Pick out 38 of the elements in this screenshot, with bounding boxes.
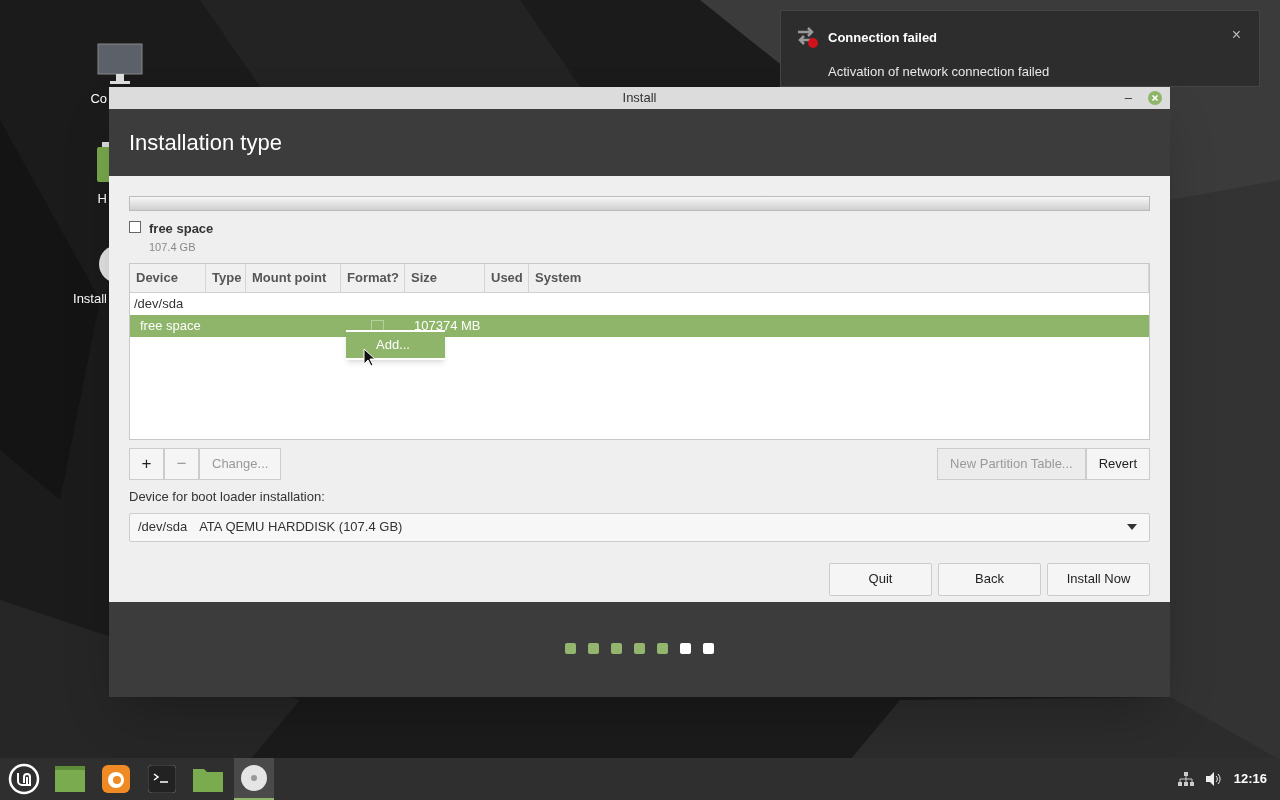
dialog-button[interactable]: Quit	[829, 562, 932, 596]
close-button[interactable]: ×	[1231, 23, 1241, 47]
column-header[interactable]: Device	[130, 264, 206, 292]
column-header[interactable]: Format?	[341, 264, 405, 292]
taskbar-item[interactable]	[234, 758, 274, 800]
window-title: Install	[622, 89, 657, 108]
boot-loader-label: Device for boot loader installation:	[129, 488, 326, 506]
device-cell-text: /dev/sda	[133, 295, 185, 314]
column-header[interactable]: Size	[405, 264, 485, 292]
folder-icon[interactable]	[193, 766, 223, 792]
notification-message: Activation of network connection failed	[828, 62, 1050, 81]
terminal-icon[interactable]	[148, 765, 176, 793]
dropdown-caret-icon	[1127, 524, 1137, 530]
desktop-icon-label: Co	[90, 90, 107, 108]
network-icon[interactable]	[1177, 772, 1194, 786]
column-header[interactable]: Used	[485, 264, 529, 292]
dialog-button[interactable]: Install Now	[1047, 562, 1150, 596]
legend-label: free space	[149, 220, 214, 238]
disc-icon[interactable]	[240, 764, 268, 792]
table-button[interactable]: Revert	[1085, 448, 1150, 480]
volume-icon[interactable]	[1205, 772, 1222, 786]
partition-button[interactable]: +	[129, 448, 164, 480]
page-heading: Installation type	[129, 129, 282, 157]
boot-loader-select[interactable]: /dev/sda ATA QEMU HARDDISK (107.4 GB)	[129, 512, 1150, 542]
minimize-button[interactable]: –	[1124, 88, 1132, 108]
desktop-icon-label: H	[97, 190, 107, 208]
dialog-button[interactable]: Back	[938, 562, 1041, 596]
column-header[interactable]: System	[529, 264, 1149, 292]
device-cell-text: free space	[139, 317, 202, 336]
column-header[interactable]: Mount point	[246, 264, 341, 292]
browser-icon[interactable]	[102, 765, 130, 793]
monitor-icon	[96, 42, 144, 86]
legend-checkbox[interactable]	[129, 221, 141, 233]
clock[interactable]: 12:16	[1233, 769, 1267, 789]
notification-title: Connection failed	[828, 29, 939, 47]
column-header[interactable]: Type	[206, 264, 246, 292]
legend-size: 107.4 GB	[149, 239, 197, 255]
desktop-icon-label: Install	[73, 290, 107, 308]
